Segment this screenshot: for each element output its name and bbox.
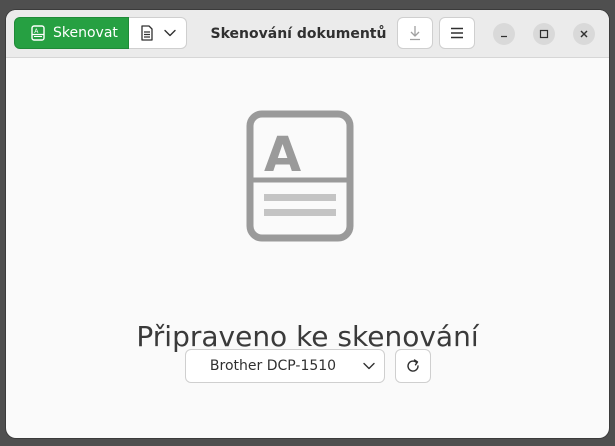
svg-text:A: A	[264, 127, 301, 183]
scanner-dropdown[interactable]: Brother DCP-1510	[185, 349, 385, 383]
document-scan-icon: A	[246, 110, 354, 242]
document-icon	[140, 25, 154, 41]
scan-button[interactable]: A Skenovat	[14, 17, 129, 49]
window-title: Skenování dokumentů	[210, 25, 387, 42]
scanner-window: A Skenovat Skenování dokumentů A Připrav…	[6, 10, 609, 438]
close-icon	[579, 29, 589, 39]
chevron-down-icon	[354, 362, 384, 370]
scanner-dropdown-label: Brother DCP-1510	[209, 358, 337, 374]
refresh-icon	[405, 358, 421, 374]
download-icon	[408, 25, 422, 41]
refresh-button[interactable]	[395, 349, 431, 383]
save-button[interactable]	[397, 17, 433, 49]
main-menu-button[interactable]	[439, 17, 475, 49]
header-bar: A Skenovat Skenování dokumentů	[6, 10, 609, 58]
document-type-dropdown[interactable]	[129, 17, 187, 49]
chevron-down-icon	[163, 29, 176, 37]
main-area: A Připraveno ke skenování Brother DCP-15…	[6, 58, 609, 438]
hamburger-menu-icon	[450, 27, 464, 39]
minimize-button[interactable]	[493, 23, 515, 45]
scan-document-icon: A	[31, 25, 45, 41]
maximize-icon	[539, 29, 549, 39]
maximize-button[interactable]	[533, 23, 555, 45]
close-button[interactable]	[573, 23, 595, 45]
scan-button-label: Skenovat	[53, 25, 118, 41]
minimize-icon	[499, 29, 509, 39]
